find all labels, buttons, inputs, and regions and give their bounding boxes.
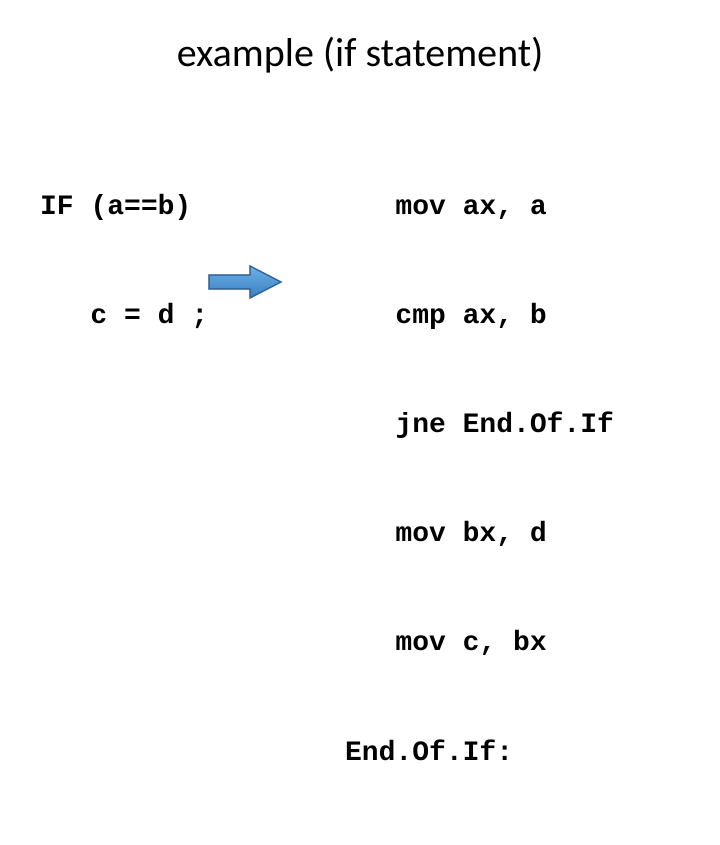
source-code-block: IF (a==b) c = d ;: [40, 117, 208, 408]
asm-line-4: mov bx, d: [345, 517, 614, 553]
source-line-1: IF (a==b): [40, 190, 208, 226]
asm-line-1: mov ax, a: [345, 190, 614, 226]
asm-line-6: End.Of.If:: [345, 736, 614, 772]
asm-line-5: mov c, bx: [345, 626, 614, 662]
arrow-icon: [205, 262, 285, 307]
source-line-2: c = d ;: [40, 299, 208, 335]
slide-title: example (if statement): [0, 28, 720, 77]
assembly-code-block: mov ax, a cmp ax, b jne End.Of.If mov bx…: [345, 117, 614, 845]
asm-line-2: cmp ax, b: [345, 299, 614, 335]
asm-line-3: jne End.Of.If: [345, 408, 614, 444]
